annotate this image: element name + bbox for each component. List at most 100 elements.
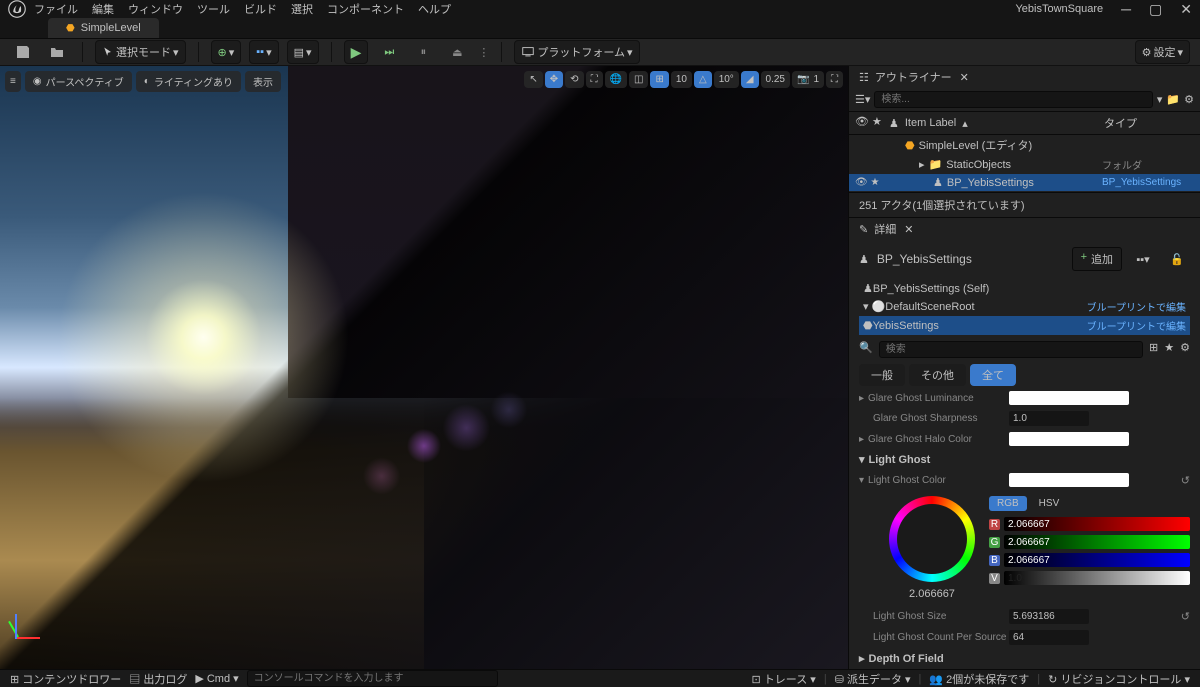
- viewport-maximize[interactable]: ⛶: [826, 71, 843, 88]
- menu-help[interactable]: ヘルプ: [418, 1, 451, 17]
- tab-all[interactable]: 全て: [970, 364, 1016, 386]
- angle-snap-value[interactable]: 10°: [714, 71, 739, 88]
- save-button[interactable]: [10, 39, 36, 65]
- menu-edit[interactable]: 編集: [92, 1, 114, 17]
- menu-component[interactable]: コンポーネント: [327, 1, 404, 17]
- settings-dropdown[interactable]: ⚙ 設定 ▾: [1135, 40, 1190, 64]
- gear-icon[interactable]: ⚙: [1180, 341, 1190, 358]
- trace-dropdown[interactable]: ⊡ トレース ▾: [752, 671, 816, 687]
- hsv-tab[interactable]: HSV: [1031, 496, 1068, 511]
- ghost-count-input[interactable]: [1009, 630, 1089, 645]
- angle-snap-toggle[interactable]: △: [694, 71, 712, 88]
- menu-build[interactable]: ビルド: [244, 1, 277, 17]
- scale-tool[interactable]: ⛶: [586, 71, 603, 88]
- show-dropdown[interactable]: 表示: [245, 71, 281, 92]
- r-slider[interactable]: 2.066667: [1004, 517, 1190, 531]
- globe-icon: ◉: [33, 76, 42, 87]
- b-label: B: [989, 555, 1000, 566]
- folder-add-icon[interactable]: 📁: [1166, 93, 1180, 106]
- tab-general[interactable]: 一般: [859, 364, 905, 386]
- cinematics-button[interactable]: ▤▾: [287, 40, 319, 64]
- output-log-button[interactable]: ▤ 出力ログ: [129, 671, 187, 687]
- maximize-button[interactable]: ▢: [1149, 1, 1162, 18]
- level-tab[interactable]: ⬣ SimpleLevel: [48, 18, 159, 38]
- content-drawer-button[interactable]: ⊞ コンテンツドロワー: [10, 671, 121, 687]
- component-self[interactable]: ♟ BP_YebisSettings (Self): [859, 280, 1190, 297]
- outliner-row[interactable]: ⬣ SimpleLevel (エディタ): [849, 135, 1200, 155]
- world-space-toggle[interactable]: 🌐: [605, 71, 627, 88]
- camera-speed[interactable]: 📷 1: [792, 71, 824, 88]
- details-search-input[interactable]: [879, 341, 1143, 358]
- browse-button[interactable]: [44, 39, 70, 65]
- surface-snap-toggle[interactable]: ◫: [629, 71, 648, 88]
- outliner-close[interactable]: ✕: [960, 71, 969, 84]
- color-wheel[interactable]: [889, 496, 975, 582]
- color-swatch[interactable]: [1009, 391, 1129, 405]
- g-slider[interactable]: 2.066667: [1004, 535, 1190, 549]
- play-options-icon[interactable]: ⋮: [478, 46, 489, 59]
- outliner-search[interactable]: [874, 91, 1153, 108]
- component-root[interactable]: ▾ ⚪ DefaultSceneRootブループリントで編集: [859, 297, 1190, 316]
- viewport-menu[interactable]: ≡: [5, 71, 21, 92]
- blueprint-edit-icon[interactable]: ▪▪▾: [1130, 246, 1156, 272]
- color-swatch[interactable]: [1009, 432, 1129, 446]
- light-ghost-color-swatch[interactable]: [1009, 473, 1129, 487]
- menu-window[interactable]: ウィンドウ: [128, 1, 183, 17]
- translate-tool[interactable]: ✥: [545, 71, 563, 88]
- actor-name: BP_YebisSettings: [877, 252, 1064, 266]
- blueprint-button[interactable]: ▪▪▾: [249, 40, 278, 64]
- select-tool[interactable]: ↖: [524, 71, 542, 88]
- tab-other[interactable]: その他: [909, 364, 966, 386]
- stop-button[interactable]: ⏸: [410, 39, 436, 65]
- close-button[interactable]: ✕: [1180, 1, 1192, 18]
- reset-button[interactable]: ↺: [1181, 610, 1190, 623]
- skip-button[interactable]: ⏭: [376, 39, 402, 65]
- lighting-dropdown[interactable]: ◐ライティングあり: [136, 71, 241, 92]
- menu-tool[interactable]: ツール: [197, 1, 230, 17]
- details-close[interactable]: ✕: [904, 223, 913, 236]
- component-child[interactable]: ⬣ YebisSettingsブループリントで編集: [859, 316, 1190, 335]
- search-icon: 🔍: [859, 341, 873, 358]
- perspective-dropdown[interactable]: ◉パースペクティブ: [25, 71, 132, 92]
- menu-select[interactable]: 選択: [291, 1, 313, 17]
- color-wheel-value: 2.066667: [909, 588, 955, 600]
- cmd-input[interactable]: [247, 670, 498, 687]
- select-mode-dropdown[interactable]: 選択モード ▾: [95, 40, 186, 64]
- grid-snap-value[interactable]: 10: [671, 71, 692, 88]
- ghost-size-input[interactable]: [1009, 609, 1089, 624]
- light-ghost-section[interactable]: ▾Light Ghost: [859, 449, 1190, 470]
- v-slider[interactable]: 1.0: [1004, 571, 1190, 585]
- outliner-row-selected[interactable]: 👁 ★ ♟ BP_YebisSettings BP_YebisSettings: [849, 174, 1200, 191]
- derived-data-dropdown[interactable]: ⛁ 派生データ ▾: [835, 671, 911, 687]
- rgb-tab[interactable]: RGB: [989, 496, 1027, 511]
- reset-button[interactable]: ↺: [1181, 474, 1190, 487]
- outliner-title: アウトライナー: [875, 69, 952, 85]
- rotate-tool[interactable]: ⟲: [565, 71, 583, 88]
- grid-icon[interactable]: ⊞: [1149, 341, 1158, 358]
- outliner-row[interactable]: ▸ 📁 StaticObjects フォルダ: [849, 155, 1200, 174]
- v-label: V: [989, 573, 1000, 584]
- filter-icon[interactable]: ☰▾: [855, 93, 870, 106]
- lock-icon[interactable]: 🔓: [1164, 246, 1190, 272]
- add-actor-button[interactable]: ⊕▾: [211, 40, 242, 64]
- viewport[interactable]: ≡ ◉パースペクティブ ◐ライティングあり 表示 ↖ ✥ ⟲ ⛶ 🌐 ◫ ⊞ 1…: [0, 66, 848, 669]
- revision-control-dropdown[interactable]: ↻ リビジョンコントロール ▾: [1048, 671, 1190, 687]
- add-component-button[interactable]: +追加: [1072, 247, 1122, 271]
- grid-snap-toggle[interactable]: ⊞: [650, 71, 668, 88]
- play-button[interactable]: ▶: [344, 40, 369, 64]
- b-slider[interactable]: 2.066667: [1004, 553, 1190, 567]
- gear-icon[interactable]: ⚙: [1184, 93, 1194, 106]
- sharpness-input[interactable]: [1009, 411, 1089, 426]
- scale-snap-value[interactable]: 0.25: [761, 71, 790, 88]
- chevron-down-icon[interactable]: ▾: [1157, 93, 1163, 106]
- chevron-down-icon: ▾: [1177, 46, 1183, 59]
- eject-button[interactable]: ⏏: [444, 39, 470, 65]
- unsaved-button[interactable]: 👥 2個が未保存です: [929, 671, 1029, 687]
- dof-section[interactable]: ▸Depth Of Field: [859, 648, 1190, 669]
- platform-label: プラットフォーム: [537, 44, 625, 60]
- minimize-button[interactable]: ─: [1121, 1, 1131, 18]
- menu-file[interactable]: ファイル: [34, 1, 78, 17]
- star-icon[interactable]: ★: [1164, 341, 1174, 358]
- scale-snap-toggle[interactable]: ◢: [741, 71, 759, 88]
- platform-dropdown[interactable]: プラットフォーム ▾: [514, 40, 639, 64]
